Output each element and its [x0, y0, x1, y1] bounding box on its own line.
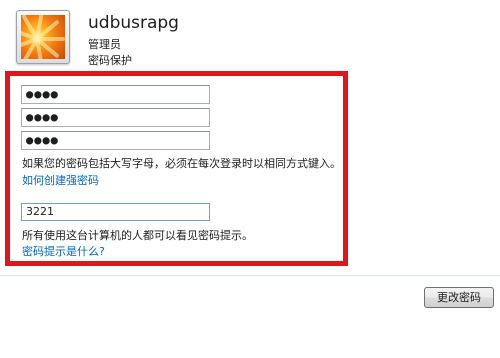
user-role: 管理员	[88, 38, 121, 51]
current-password-input[interactable]: ●●●●	[21, 131, 210, 150]
password-hint-input[interactable]: 3221	[21, 203, 210, 221]
password-protected-status: 密码保护	[88, 54, 132, 67]
change-password-button[interactable]: 更改密码	[424, 287, 494, 308]
footer-divider	[0, 275, 500, 276]
user-name: udbusrapg	[88, 13, 179, 33]
password-hint-help-link[interactable]: 密码提示是什么?	[22, 243, 105, 259]
new-password-input[interactable]: ●●●●	[21, 85, 210, 104]
hint-visibility-notice: 所有使用这台计算机的人都可以看见密码提示。	[22, 229, 253, 242]
confirm-password-input[interactable]: ●●●●	[21, 108, 210, 127]
caps-warning-text: 如果您的密码包括大写字母，必须在每次登录时以相同方式键入。	[22, 157, 341, 170]
strong-password-link[interactable]: 如何创建强密码	[22, 172, 99, 188]
highlight-annotation-box: ●●●● ●●●● ●●●● 如果您的密码包括大写字母，必须在每次登录时以相同方…	[5, 71, 348, 266]
user-avatar	[16, 10, 70, 64]
flower-picture	[21, 15, 65, 59]
